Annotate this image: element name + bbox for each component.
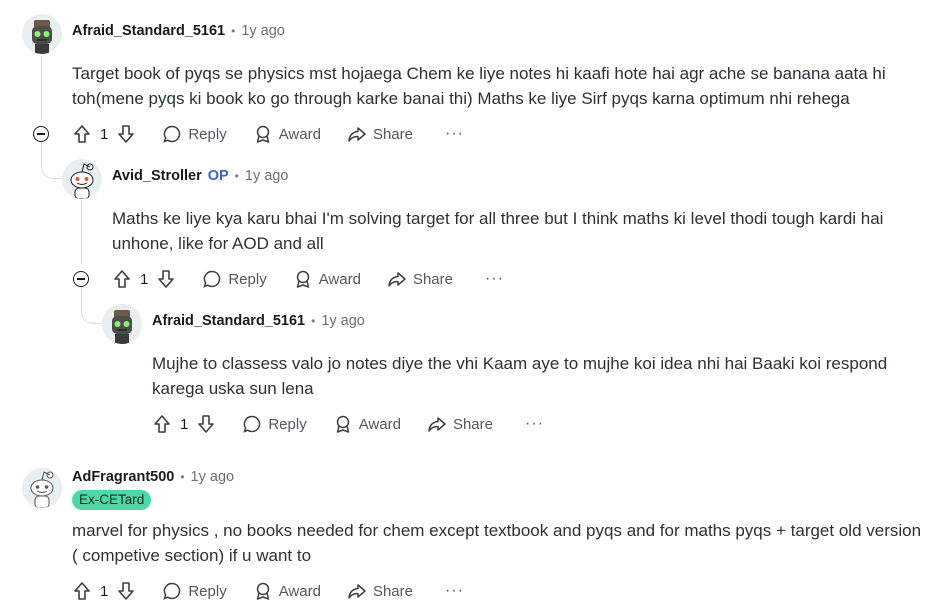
award-label: Award [278,125,321,143]
comment-bubble-icon [163,582,181,600]
upvote-icon[interactable] [112,269,132,289]
comment-header: AdFragrant500 • 1y ago [72,466,234,488]
snoo-avatar-icon [62,159,102,199]
reply-label: Reply [188,125,227,143]
award-icon [336,415,349,433]
downvote-icon[interactable] [196,414,216,434]
avatar[interactable] [22,14,62,54]
more-options-icon[interactable]: ··· [445,582,464,600]
thread-connector [81,287,102,324]
share-icon [388,272,406,287]
award-label: Award [278,582,321,600]
vote-count: 1 [100,582,109,600]
award-button[interactable]: Award [253,581,321,601]
username[interactable]: Afraid_Standard_5161 [152,313,305,329]
collapse-thread-button[interactable] [33,126,49,142]
vote-count: 1 [180,415,189,433]
share-label: Share [412,270,453,288]
separator-dot: • [180,470,185,484]
username[interactable]: AdFragrant500 [72,469,174,485]
reply-button[interactable]: Reply [162,581,227,601]
collapse-thread-button[interactable] [73,271,89,287]
user-flair-badge: Ex-CETard [72,490,152,510]
share-icon [428,417,446,432]
award-button[interactable]: Award [333,414,401,434]
avatar[interactable] [102,304,142,344]
award-label: Award [318,270,361,288]
comment-actions: 1 Reply Award Share ··· [152,410,544,438]
award-button[interactable]: Award [253,124,321,144]
comment-bubble-icon [203,270,221,288]
comment-body: Maths ke liye kya karu bhai I'm solving … [112,209,884,253]
downvote-icon[interactable] [116,124,136,144]
share-label: Share [372,125,413,143]
award-icon [256,125,269,143]
share-button[interactable]: Share [387,269,453,289]
comment-body: Target book of pyqs se physics mst hojae… [72,64,886,108]
separator-dot: • [311,314,316,328]
avatar[interactable] [22,468,62,508]
more-options-icon[interactable]: ··· [525,415,544,433]
thread-line [41,56,42,120]
share-button[interactable]: Share [347,581,413,601]
snoo-avatar-icon [22,468,62,508]
comment-body: Mujhe to classess valo jo notes diye the… [152,354,888,398]
timestamp[interactable]: 1y ago [321,313,365,329]
comment-header: Afraid_Standard_5161 • 1y ago [152,310,365,332]
share-button[interactable]: Share [347,124,413,144]
thread-connector [41,142,62,179]
comment-actions: 1 Reply Award Share ··· [72,120,464,148]
timestamp[interactable]: 1y ago [241,23,285,39]
comment-actions: 1 Reply Award Share ··· [112,265,504,293]
reply-button[interactable]: Reply [202,269,267,289]
vote-count: 1 [140,270,149,288]
comment-header: Afraid_Standard_5161 • 1y ago [72,20,285,42]
share-icon [348,584,366,599]
downvote-icon[interactable] [116,581,136,601]
share-button[interactable]: Share [427,414,493,434]
reply-button[interactable]: Reply [242,414,307,434]
share-icon [348,127,366,142]
downvote-icon[interactable] [156,269,176,289]
reply-button[interactable]: Reply [162,124,227,144]
award-button[interactable]: Award [293,269,361,289]
username[interactable]: Avid_Stroller [112,168,202,184]
username[interactable]: Afraid_Standard_5161 [72,23,225,39]
share-label: Share [452,415,493,433]
comment-bubble-icon [163,125,181,143]
avatar[interactable] [62,159,102,199]
snoo-avatar-icon [22,14,62,54]
more-options-icon[interactable]: ··· [485,270,504,288]
timestamp[interactable]: 1y ago [245,168,289,184]
snoo-avatar-icon [102,304,142,344]
upvote-icon[interactable] [72,124,92,144]
comment-header: Avid_Stroller OP • 1y ago [112,165,288,187]
comment-actions: 1 Reply Award Share ··· [72,577,464,605]
reply-label: Reply [188,582,227,600]
reply-label: Reply [228,270,267,288]
thread-line [81,200,82,264]
separator-dot: • [231,24,236,38]
upvote-icon[interactable] [152,414,172,434]
award-icon [256,582,269,600]
share-label: Share [372,582,413,600]
op-badge: OP [207,168,229,184]
vote-count: 1 [100,125,109,143]
comment-bubble-icon [243,415,261,433]
comment-body: marvel for physics , no books needed for… [72,521,922,565]
separator-dot: • [234,169,239,183]
upvote-icon[interactable] [72,581,92,601]
reply-label: Reply [268,415,307,433]
more-options-icon[interactable]: ··· [445,125,464,143]
timestamp[interactable]: 1y ago [191,469,235,485]
award-icon [296,270,309,288]
award-label: Award [358,415,401,433]
